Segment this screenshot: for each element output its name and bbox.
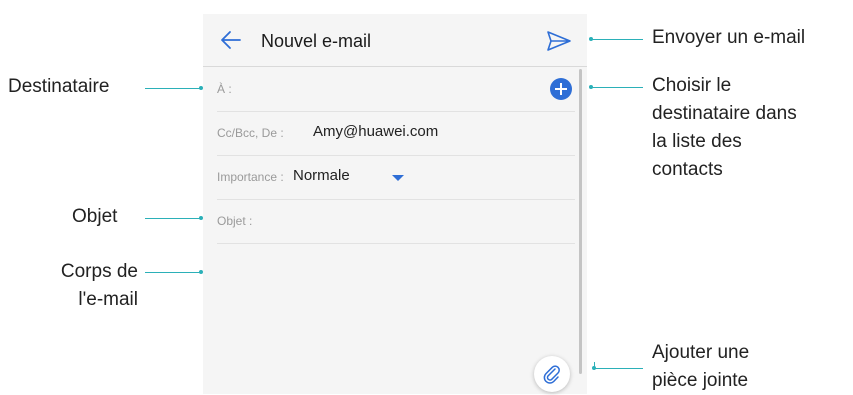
callout-attach: Ajouter une pièce jointe [652,339,749,395]
callout-choose-recipient-line: la liste des [652,131,742,152]
callout-attach-line: pièce jointe [652,370,749,391]
subject-field[interactable]: Objet : [217,199,575,244]
email-compose-screen: Nouvel e-mail À : Cc/Bcc, De : Amy@huawe… [203,14,587,394]
cc-bcc-from-field[interactable]: Cc/Bcc, De : Amy@huawei.com [217,111,575,156]
to-field[interactable]: À : [217,67,575,112]
cc-label: Cc/Bcc, De : [217,126,284,140]
page-title: Nouvel e-mail [261,31,372,51]
compose-header: Nouvel e-mail [203,14,587,67]
callout-body-line: l'e-mail [78,289,138,310]
send-leader-line [591,39,643,40]
add-contact-icon[interactable] [550,78,572,100]
subject-leader-dot [199,216,203,220]
recipient-choose-leader-line [591,87,643,88]
send-icon[interactable] [546,29,572,53]
callout-choose-recipient-line: destinataire dans [652,103,797,124]
body-leader-dot [199,270,203,274]
subject-leader-line [145,218,200,219]
callout-choose-recipient-line: contacts [652,159,723,180]
callout-subject: Objet [72,206,118,227]
to-label: À : [217,82,232,96]
dropdown-arrow-icon[interactable] [392,175,404,181]
importance-value: Normale [293,167,350,184]
cc-value: Amy@huawei.com [313,123,439,140]
recipient-leader-dot [199,86,203,90]
callout-body-line: Corps de [60,261,138,282]
callout-send: Envoyer un e-mail [652,27,806,48]
importance-field[interactable]: Importance : Normale [217,155,575,200]
subject-label: Objet : [217,214,253,228]
callout-choose-recipient-line: Choisir le [652,75,732,96]
callout-body: Corps de l'e-mail [38,258,138,314]
arrow-left-icon[interactable] [219,28,243,52]
email-body-input[interactable] [217,244,575,384]
importance-label: Importance : [217,170,284,184]
callout-attach-line: Ajouter une [652,342,750,363]
body-leader-line [145,272,200,273]
attach-button[interactable] [534,356,570,392]
recipient-leader-line [145,88,200,89]
callout-recipient: Destinataire [8,76,110,97]
paperclip-icon [543,365,560,384]
callout-choose-recipient: Choisir le destinataire dans la liste de… [652,72,797,184]
attach-leader-line [594,368,643,369]
scrollbar[interactable] [579,69,582,374]
